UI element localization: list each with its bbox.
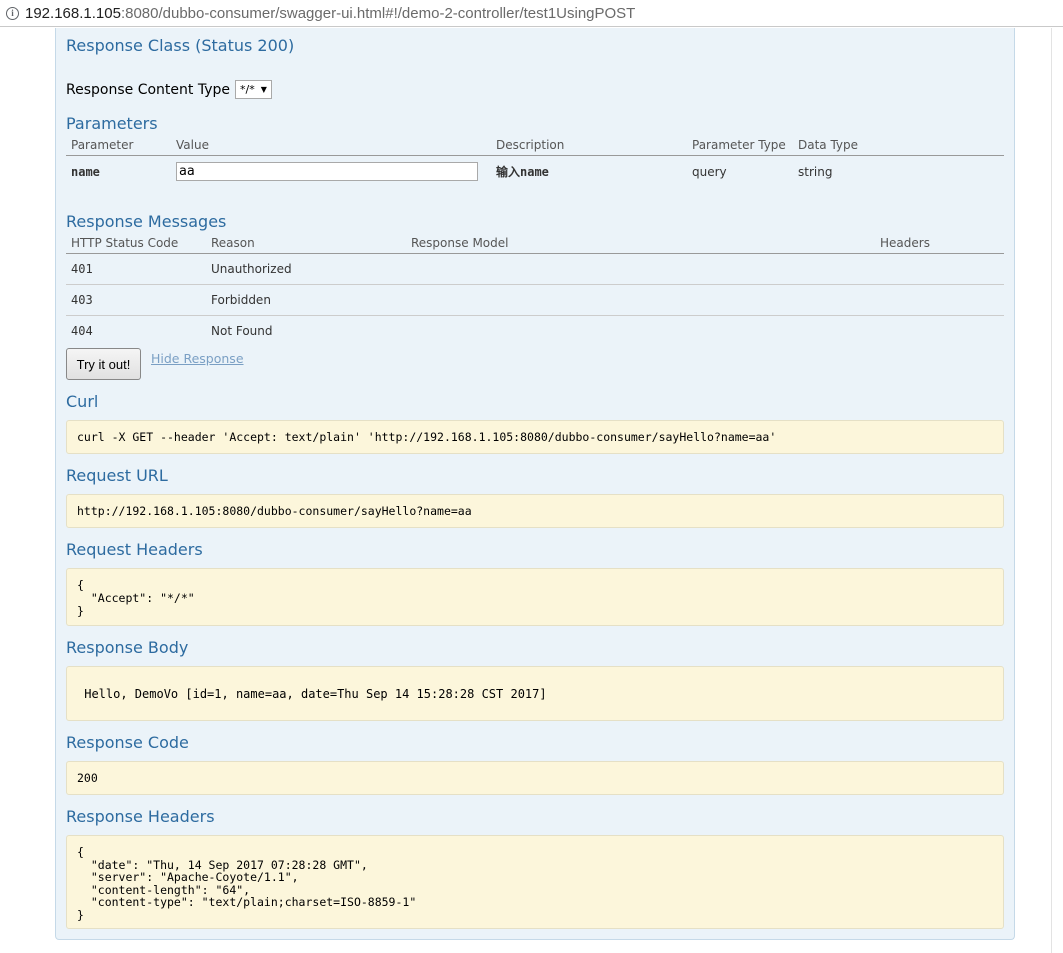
col-parameter: Parameter (66, 138, 171, 156)
dropdown-arrow-icon: ▼ (260, 85, 267, 94)
parameters-title: Parameters (66, 114, 158, 133)
param-name-input[interactable] (176, 162, 478, 182)
info-icon[interactable]: i (6, 6, 19, 20)
col-response-model: Response Model (406, 236, 875, 254)
curl-title: Curl (66, 392, 99, 411)
hide-response-link[interactable]: Hide Response (151, 351, 244, 366)
param-type: query (692, 164, 727, 179)
vertical-scrollbar[interactable] (1051, 28, 1063, 953)
status-code: 401 (66, 253, 206, 285)
param-data-type: string (798, 164, 833, 179)
param-value-cell (171, 156, 491, 188)
address-bar[interactable]: i 192.168.1.105:8080/dubbo-consumer/swag… (0, 0, 1063, 27)
status-reason: Unauthorized (206, 253, 406, 285)
table-row: 403 Forbidden (66, 284, 1004, 316)
response-body-box: Hello, DemoVo [id=1, name=aa, date=Thu S… (66, 666, 1004, 721)
response-messages-title: Response Messages (66, 212, 227, 231)
curl-box: curl -X GET --header 'Accept: text/plain… (66, 420, 1004, 454)
url-path: :8080/dubbo-consumer/swagger-ui.html#!/d… (120, 4, 636, 22)
col-description: Description (491, 138, 687, 156)
table-row: 401 Unauthorized (66, 253, 1004, 285)
request-url-title: Request URL (66, 466, 168, 485)
col-status-code: HTTP Status Code (66, 236, 206, 254)
col-parameter-type: Parameter Type (687, 138, 793, 156)
param-description: 输入name (496, 165, 549, 180)
response-class-title: Response Class (Status 200) (66, 36, 295, 55)
content-type-select[interactable]: */* ▼ (234, 80, 272, 99)
response-headers-box: { "date": "Thu, 14 Sep 2017 07:28:28 GMT… (66, 835, 1004, 929)
response-headers-title: Response Headers (66, 807, 215, 826)
response-code-box: 200 (66, 761, 1004, 795)
status-code: 403 (66, 284, 206, 316)
try-it-out-button[interactable]: Try it out! (66, 348, 141, 380)
status-reason: Forbidden (206, 284, 406, 316)
table-row: 404 Not Found (66, 316, 1004, 347)
col-data-type: Data Type (793, 138, 1004, 156)
request-url-box: http://192.168.1.105:8080/dubbo-consumer… (66, 494, 1004, 528)
parameters-table: Parameter Value Description Parameter Ty… (66, 138, 1004, 188)
response-messages-table: HTTP Status Code Reason Response Model H… (66, 236, 1004, 347)
col-headers: Headers (875, 236, 1004, 254)
parameters-header-row: Parameter Value Description Parameter Ty… (66, 138, 1004, 156)
operation-panel: Response Class (Status 200) Response Con… (55, 28, 1015, 940)
content-type-row: Response Content Type */* ▼ (66, 80, 272, 99)
request-headers-box: { "Accept": "*/*" } (66, 568, 1004, 626)
response-code-title: Response Code (66, 733, 189, 752)
url-host: 192.168.1.105 (25, 4, 121, 22)
response-body-title: Response Body (66, 638, 189, 657)
param-name: name (71, 164, 100, 179)
status-code: 404 (71, 324, 93, 339)
content-type-label: Response Content Type (66, 81, 230, 98)
parameter-row: name 输入name query string (66, 156, 1004, 188)
content-type-value: */* (239, 83, 255, 96)
col-value: Value (171, 138, 491, 156)
request-headers-title: Request Headers (66, 540, 203, 559)
messages-header-row: HTTP Status Code Reason Response Model H… (66, 236, 1004, 254)
status-reason: Not Found (211, 324, 273, 339)
col-reason: Reason (206, 236, 406, 254)
